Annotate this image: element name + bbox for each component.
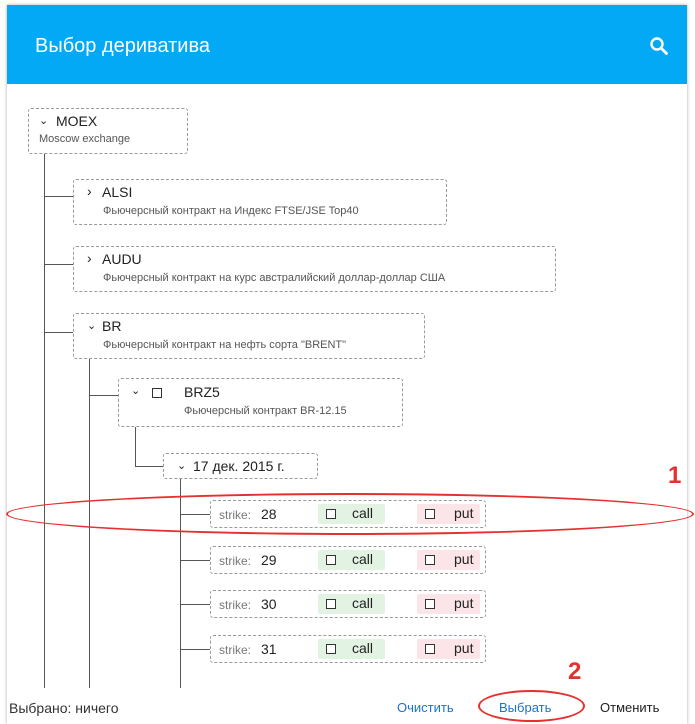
put-option[interactable]: put — [417, 639, 480, 659]
put-label: put — [454, 595, 474, 611]
clear-button[interactable]: Очистить — [397, 700, 454, 715]
derivative-tree: ⌄ MOEX Moscow exchange › ALSI Фьючерсный… — [7, 84, 687, 688]
tree-connector — [44, 264, 73, 265]
put-option[interactable]: put — [417, 594, 480, 614]
call-option[interactable]: call — [318, 550, 385, 570]
tree-node-br[interactable]: ⌄ BR Фьючерсный контракт на нефть сорта … — [73, 313, 425, 359]
put-option[interactable]: put — [417, 550, 480, 570]
tree-node-audu[interactable]: › AUDU Фьючерсный контракт на курс австр… — [73, 246, 556, 292]
strike-value: 31 — [261, 641, 277, 657]
tree-node-description: Фьючерсный контракт на Индекс FTSE/JSE T… — [103, 205, 359, 217]
put-checkbox[interactable] — [425, 555, 435, 565]
strike-row: strike: 29 call put — [210, 546, 486, 574]
call-checkbox[interactable] — [326, 555, 336, 565]
tree-node-title: AUDU — [102, 251, 142, 267]
selection-status: Выбрано: ничего — [9, 700, 119, 716]
contract-checkbox[interactable] — [152, 388, 162, 398]
call-checkbox[interactable] — [326, 644, 336, 654]
strike-label: strike: — [219, 554, 252, 568]
tree-node-alsi[interactable]: › ALSI Фьючерсный контракт на Индекс FTS… — [73, 179, 447, 225]
put-checkbox[interactable] — [425, 599, 435, 609]
call-option[interactable]: call — [318, 594, 385, 614]
chevron-down-icon[interactable]: ⌄ — [39, 114, 48, 127]
tree-node-title: BRZ5 — [184, 384, 220, 400]
search-icon[interactable] — [649, 36, 669, 56]
tree-node-description: Фьючерсный контракт на нефть сорта "BREN… — [103, 339, 347, 351]
tree-node-title: ALSI — [102, 184, 133, 200]
call-label: call — [352, 595, 374, 611]
dialog-header: Выбор дериватива — [7, 5, 687, 84]
tree-node-description: Фьючерсный контракт BR-12.15 — [184, 405, 347, 417]
put-checkbox[interactable] — [425, 644, 435, 654]
tree-node-description: Фьючерсный контракт на курс австралийски… — [103, 272, 446, 284]
strike-value: 29 — [261, 552, 277, 568]
tree-connector — [89, 395, 118, 396]
call-checkbox[interactable] — [326, 599, 336, 609]
strike-label: strike: — [219, 598, 252, 612]
annotation-ellipse-strike-row — [6, 493, 694, 535]
annotation-marker-2: 2 — [568, 658, 582, 685]
tree-node-title: 17 дек. 2015 г. — [193, 458, 285, 474]
tree-node-moex[interactable]: ⌄ MOEX Moscow exchange — [28, 108, 188, 154]
tree-connector — [44, 154, 45, 688]
tree-connector — [135, 466, 163, 467]
chevron-right-icon[interactable]: › — [87, 183, 92, 199]
strike-value: 30 — [261, 596, 277, 612]
tree-node-title: BR — [102, 318, 122, 334]
annotation-marker-1: 1 — [668, 462, 682, 489]
chevron-right-icon[interactable]: › — [87, 250, 92, 266]
scrollbar[interactable] — [683, 85, 686, 685]
tree-connector — [44, 332, 73, 333]
call-label: call — [352, 640, 374, 656]
put-label: put — [454, 551, 474, 567]
derivative-dialog: Выбор дериватива ⌄ MOEX Moscow exchange … — [7, 5, 687, 724]
tree-connector — [180, 560, 210, 561]
strike-label: strike: — [219, 643, 252, 657]
chevron-down-icon[interactable]: ⌄ — [87, 319, 96, 332]
dialog-footer: Выбрано: ничего Очистить Выбрать Отменит… — [7, 688, 687, 724]
cancel-button[interactable]: Отменить — [600, 700, 659, 715]
tree-node-description: Moscow exchange — [39, 133, 131, 145]
tree-node-expiration[interactable]: ⌄ 17 дек. 2015 г. — [163, 453, 318, 479]
dialog-title: Выбор дериватива — [35, 35, 210, 57]
tree-node-title: MOEX — [56, 113, 98, 129]
call-label: call — [352, 551, 374, 567]
tree-connector — [135, 427, 136, 466]
tree-connector — [180, 649, 210, 650]
chevron-down-icon[interactable]: ⌄ — [131, 384, 140, 397]
tree-connector — [180, 604, 210, 605]
chevron-down-icon[interactable]: ⌄ — [177, 459, 186, 472]
tree-connector — [44, 196, 73, 197]
annotation-ellipse-select-button — [478, 690, 585, 722]
tree-node-brz5[interactable]: ⌄ BRZ5 Фьючерсный контракт BR-12.15 — [118, 378, 403, 427]
strike-row: strike: 30 call put — [210, 590, 486, 618]
strike-row: strike: 31 call put — [210, 635, 486, 663]
put-label: put — [454, 640, 474, 656]
call-option[interactable]: call — [318, 639, 385, 659]
